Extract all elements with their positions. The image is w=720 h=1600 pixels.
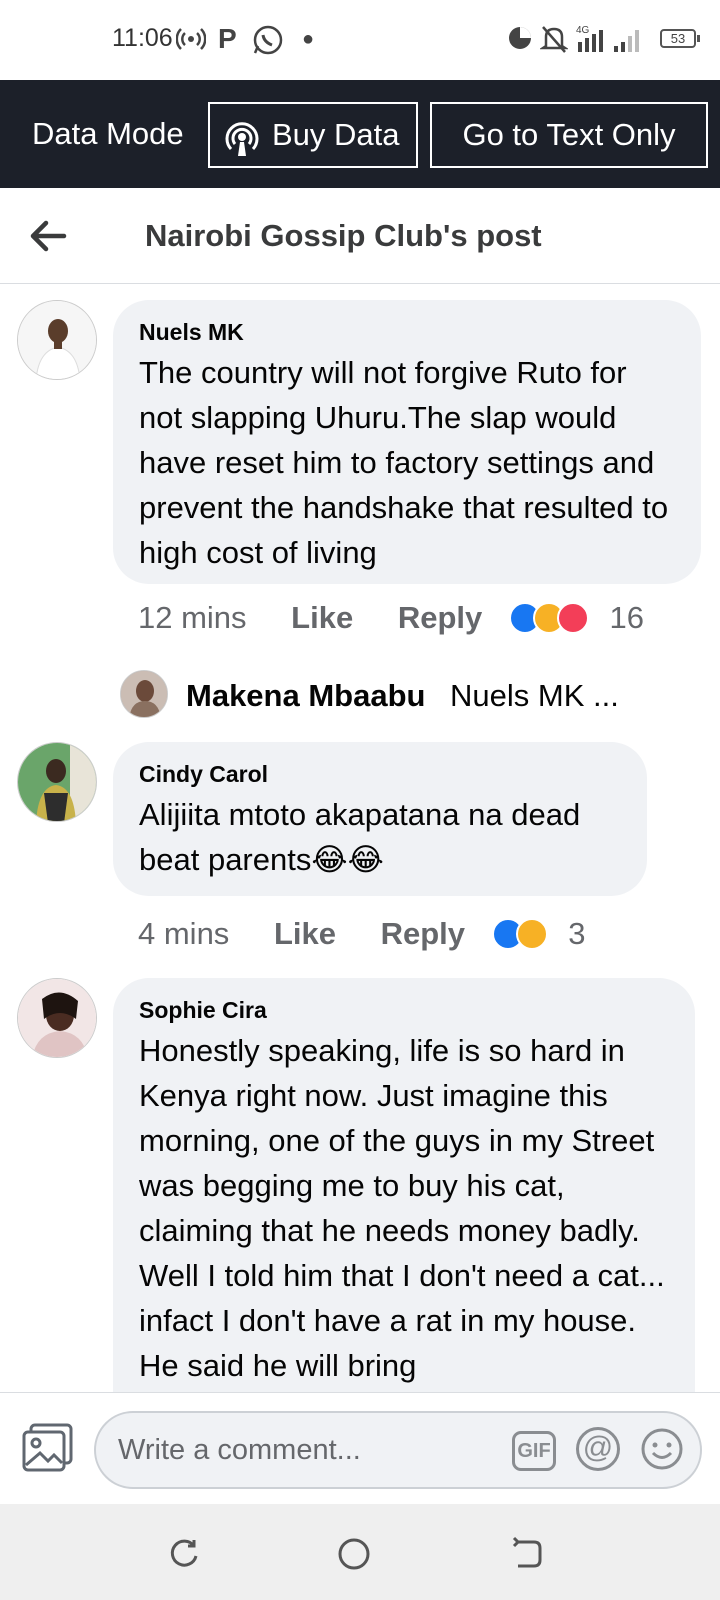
haha-reaction-icon (515, 917, 548, 950)
like-button[interactable]: Like (274, 916, 336, 952)
system-nav-bar (0, 1504, 720, 1600)
buy-data-label: Buy Data (272, 117, 400, 152)
whatsapp-icon (252, 24, 284, 64)
data-saver-icon (506, 24, 534, 60)
home-icon[interactable] (334, 1534, 374, 1574)
comment-author[interactable]: Nuels MK (139, 318, 675, 346)
battery-icon: 53 (660, 29, 700, 48)
comment-bubble[interactable]: Sophie Cira Honestly speaking, life is s… (113, 978, 695, 1392)
svg-text:4G: 4G (576, 25, 590, 36)
reactions[interactable] (508, 601, 593, 634)
reply-snippet: Nuels MK ... (450, 678, 619, 713)
love-reaction-icon (556, 601, 589, 634)
comment-text: Honestly speaking, life is so hard in Ke… (139, 1033, 665, 1383)
post-header: Nairobi Gossip Club's post (0, 188, 720, 284)
dot-icon: ● (302, 28, 315, 50)
mention-icon[interactable]: @ (576, 1427, 620, 1471)
mute-icon (538, 24, 570, 62)
status-bar: 11:06 P ● 4G 53 (0, 0, 720, 80)
reply-button[interactable]: Reply (398, 600, 482, 636)
text-only-button[interactable]: Go to Text Only (430, 102, 708, 168)
comment-bubble[interactable]: Nuels MK The country will not forgive Ru… (113, 300, 701, 584)
status-time: 11:06 (112, 24, 173, 52)
comment-author[interactable]: Cindy Carol (139, 760, 621, 788)
comment-bubble[interactable]: Cindy Carol Alijiita mtoto akapatana na … (113, 742, 647, 896)
reply-author[interactable]: Makena Mbaabu (186, 678, 425, 714)
comment-composer: GIF @ (0, 1392, 720, 1504)
reactions[interactable] (491, 917, 552, 950)
avatar[interactable] (17, 742, 97, 822)
reply-button[interactable]: Reply (381, 916, 465, 952)
like-button[interactable]: Like (291, 600, 353, 636)
comment-time: 12 mins (138, 599, 247, 635)
buy-data-button[interactable]: Buy Data (208, 102, 418, 168)
back-arrow-icon[interactable] (26, 214, 70, 258)
signal-4g-icon: 4G (576, 24, 608, 62)
text-only-label: Go to Text Only (462, 117, 676, 152)
comment-time: 4 mins (138, 915, 230, 951)
data-mode-bar: Data Mode Buy Data Go to Text Only (0, 80, 720, 188)
photo-icon[interactable] (22, 1423, 74, 1473)
data-mode-label: Data Mode (32, 116, 184, 151)
comment-author[interactable]: Sophie Cira (139, 996, 669, 1024)
avatar[interactable] (17, 978, 97, 1058)
back-nav-icon[interactable] (506, 1534, 546, 1574)
comment-actions: 4 mins Like Reply 3 (138, 914, 586, 952)
p-app-icon: P (218, 23, 237, 54)
comment-actions: 12 mins Like Reply 16 (138, 598, 644, 636)
comment-item: Sophie Cira Honestly speaking, life is s… (0, 978, 720, 1392)
reaction-count: 16 (609, 599, 644, 635)
avatar[interactable] (17, 300, 97, 380)
reaction-count: 3 (568, 915, 586, 951)
gif-icon[interactable]: GIF (512, 1431, 556, 1471)
broadcast-icon (224, 117, 260, 156)
hotspot-icon (175, 24, 207, 62)
signal-icon (612, 24, 644, 62)
recent-apps-icon[interactable] (164, 1534, 204, 1574)
page-title: Nairobi Gossip Club's post (145, 218, 542, 253)
emoji-icon[interactable] (640, 1427, 684, 1471)
comment-text: Alijiita mtoto akapatana na dead beat pa… (139, 797, 581, 877)
comment-text: The country will not forgive Ruto for no… (139, 355, 669, 570)
avatar (120, 670, 168, 718)
